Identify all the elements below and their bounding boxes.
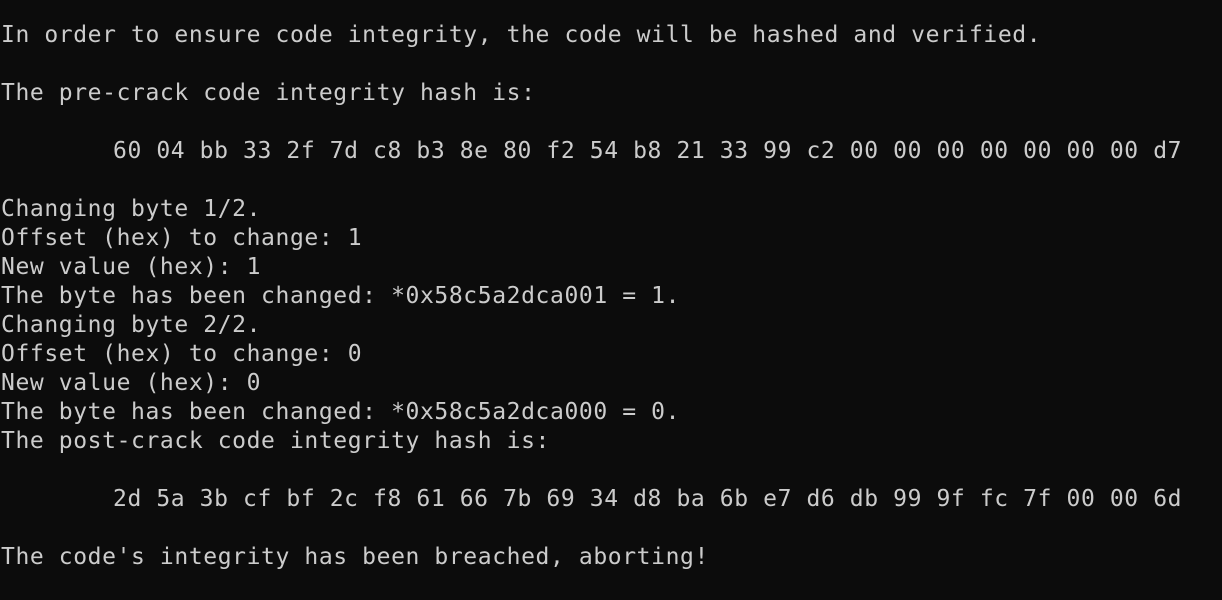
byte-changed-2: The byte has been changed: *0x58c5a2dca0… (1, 399, 681, 425)
offset-prompt-2: Offset (hex) to change: 0 (1, 341, 363, 367)
new-value-prompt-2: New value (hex): 0 (1, 370, 262, 396)
changing-byte-2-line: Changing byte 2/2. (1, 312, 262, 338)
intro-message: In order to ensure code integrity, the c… (1, 22, 1042, 48)
pre-crack-hash-label: The pre-crack code integrity hash is: (1, 80, 536, 106)
pre-crack-hash-value: 60 04 bb 33 2f 7d c8 b3 8e 80 f2 54 b8 2… (113, 138, 1183, 164)
new-value-prompt-1: New value (hex): 1 (1, 254, 262, 280)
terminal-window[interactable]: In order to ensure code integrity, the c… (0, 0, 1222, 600)
offset-prompt-1: Offset (hex) to change: 1 (1, 225, 363, 251)
changing-byte-1-line: Changing byte 1/2. (1, 196, 262, 222)
post-crack-hash-label: The post-crack code integrity hash is: (1, 428, 550, 454)
byte-changed-1: The byte has been changed: *0x58c5a2dca0… (1, 283, 681, 309)
breach-abort-message: The code's integrity has been breached, … (1, 544, 709, 570)
post-crack-hash-value: 2d 5a 3b cf bf 2c f8 61 66 7b 69 34 d8 b… (113, 486, 1183, 512)
